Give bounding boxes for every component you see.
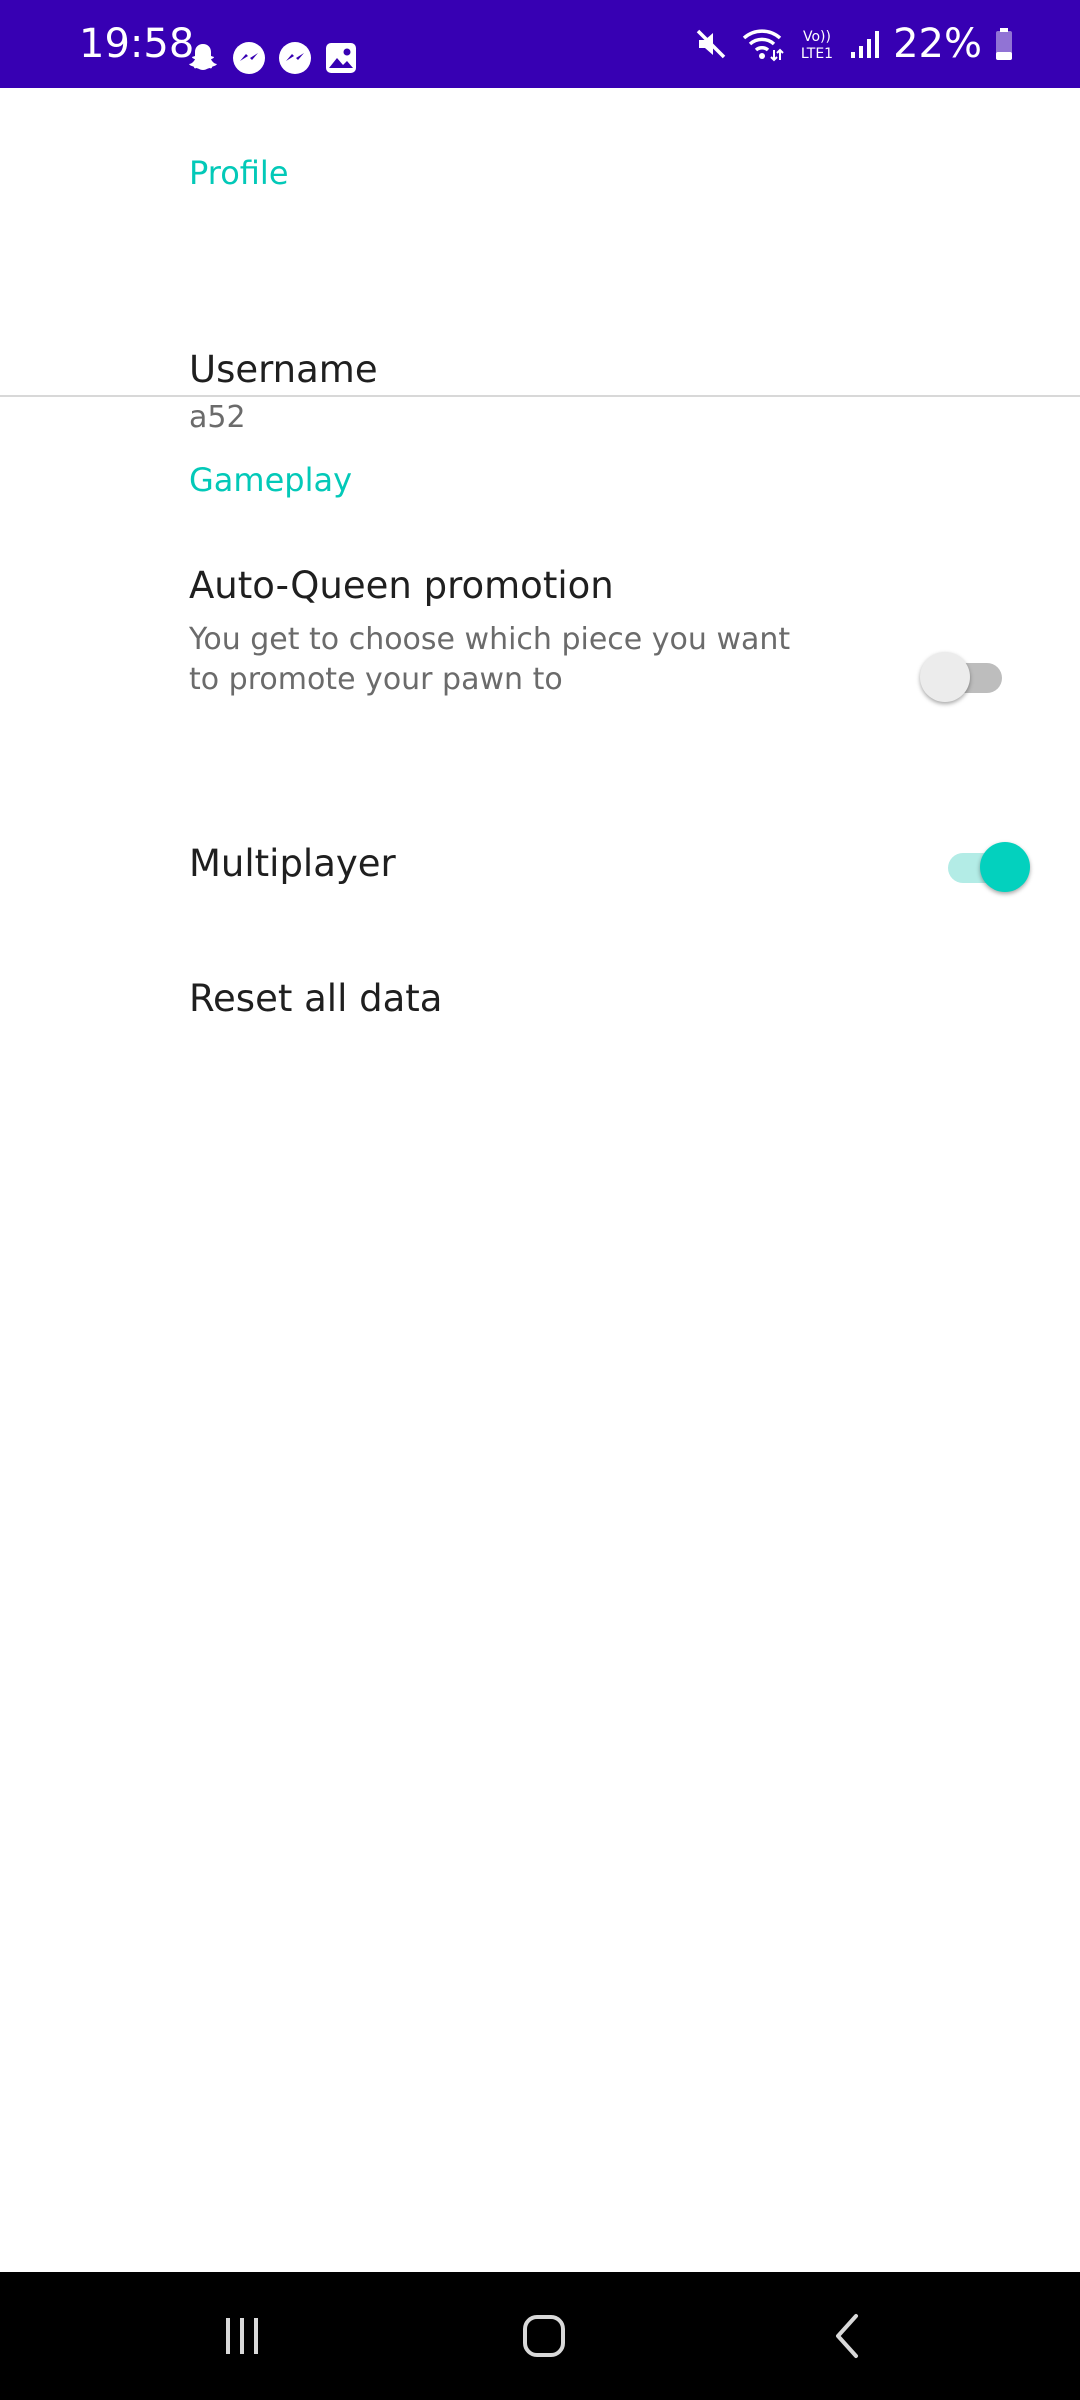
username-value: a52 [189,400,246,435]
mute-icon [693,26,729,62]
home-icon [504,2296,584,2376]
username-title: Username [189,348,378,391]
wifi-icon [741,26,785,62]
battery-percent: 22% [893,21,982,67]
back-icon [808,2296,888,2376]
signal-icon [849,26,881,62]
notification-icons [185,40,359,76]
switch-thumb [980,842,1030,892]
battery-icon [994,26,1014,62]
multiplayer-title: Multiplayer [189,842,396,885]
svg-text:Vo)): Vo)) [803,29,831,45]
reset-all-data-preference[interactable]: Reset all data [0,953,1080,1088]
status-time: 19:58 [79,21,195,67]
multiplayer-preference[interactable]: Multiplayer [0,818,1080,953]
auto-queen-summary: You get to choose which piece you want t… [189,622,791,697]
auto-queen-switch[interactable] [920,652,1010,702]
settings-list: Profile Username a52 Gameplay Auto-Queen… [0,88,1080,2272]
status-bar: 19:58 Vo)) LTE1 22% [0,0,1080,88]
switch-thumb [920,652,970,702]
system-status-icons: Vo)) LTE1 22% [693,22,1014,66]
navigation-bar [0,2272,1080,2400]
svg-text:LTE1: LTE1 [801,46,833,62]
section-header-profile: Profile [189,154,289,192]
back-button[interactable] [808,2296,888,2376]
section-header-gameplay: Gameplay [189,461,353,499]
reset-all-data-title: Reset all data [189,977,443,1020]
auto-queen-title: Auto-Queen promotion [189,564,614,607]
messenger-icon [231,40,267,76]
section-divider [0,395,1080,397]
volte-icon: Vo)) LTE1 [797,26,837,62]
recents-button[interactable] [202,2296,282,2376]
gallery-icon [323,40,359,76]
auto-queen-preference[interactable]: Auto-Queen promotion You get to choose w… [0,538,1080,818]
snapchat-icon [185,40,221,76]
recents-icon [202,2296,282,2376]
messenger-icon [277,40,313,76]
username-preference[interactable]: Username a52 [0,248,1080,435]
home-button[interactable] [504,2296,584,2376]
multiplayer-switch[interactable] [940,842,1030,892]
